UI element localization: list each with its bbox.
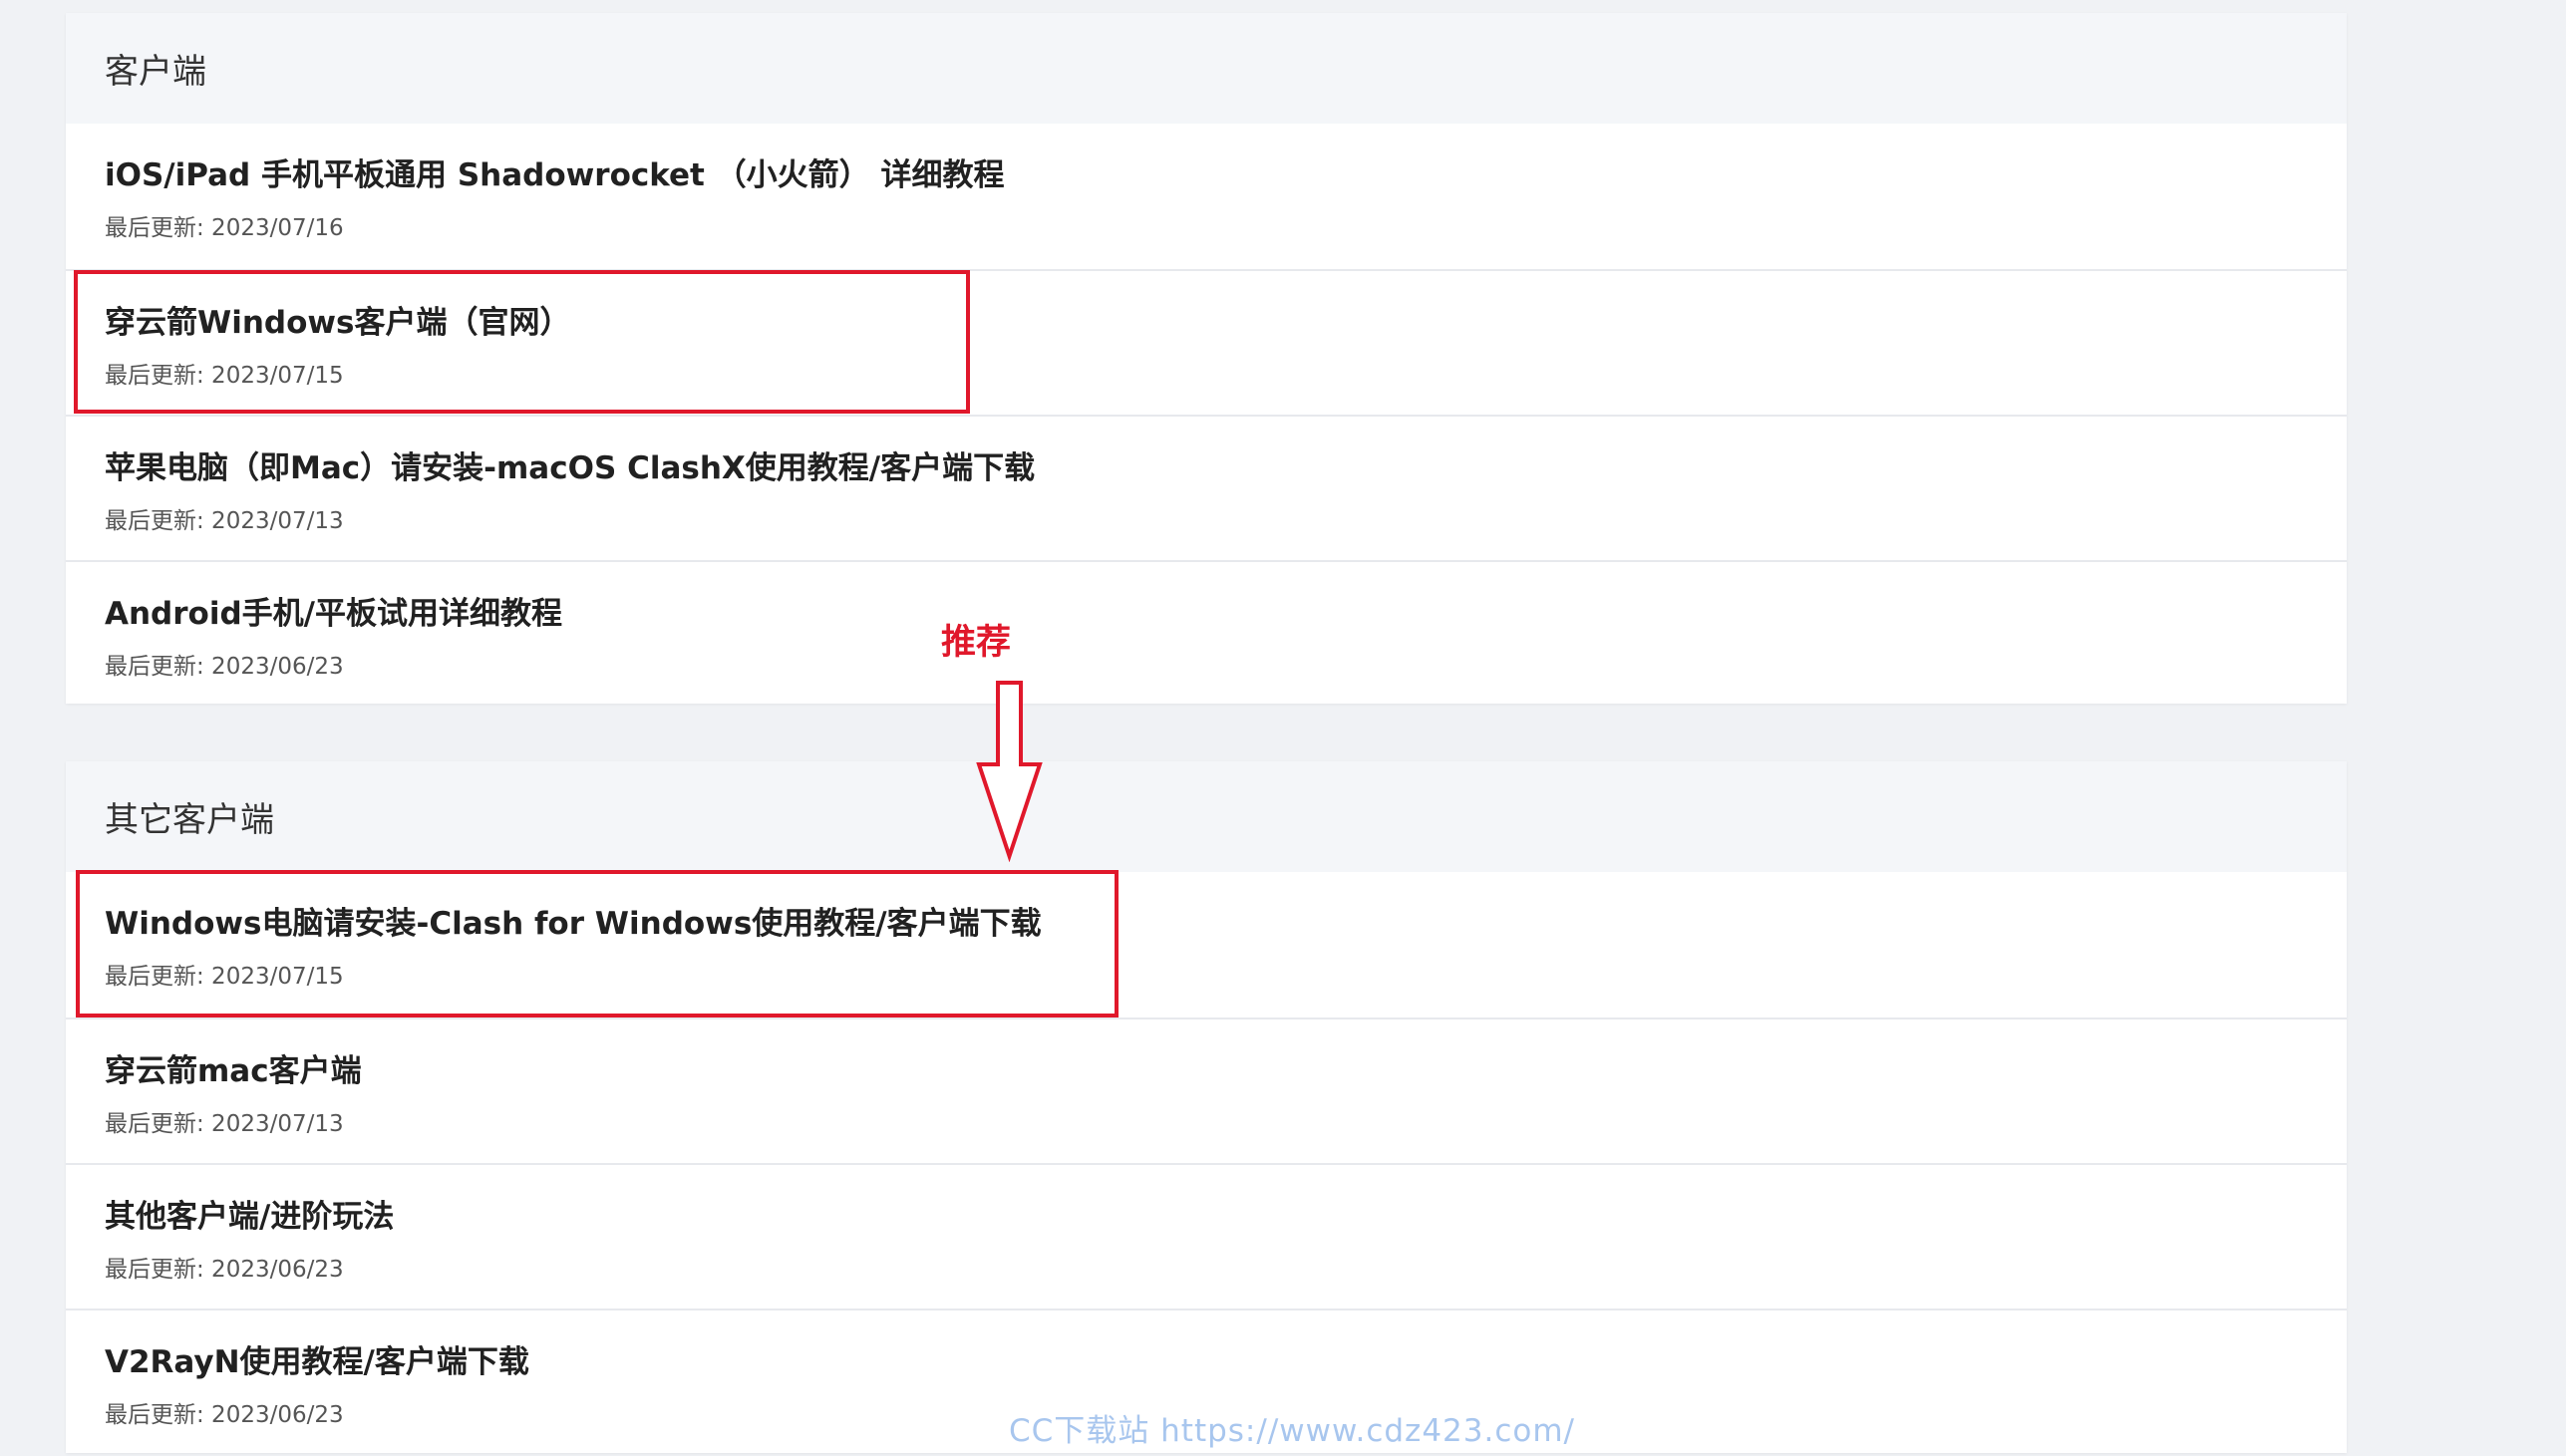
list-item-clash-for-windows[interactable]: Windows电脑请安装-Clash for Windows使用教程/客户端下载… (66, 872, 2347, 1018)
item-updated: 最后更新: 2023/07/15 (105, 363, 344, 389)
other-clients-section: 其它客户端 Windows电脑请安装-Clash for Windows使用教程… (66, 761, 2347, 1453)
item-updated: 最后更新: 2023/07/16 (105, 215, 344, 241)
item-updated: 最后更新: 2023/06/23 (105, 654, 344, 680)
item-title[interactable]: 穿云箭mac客户端 (105, 1045, 362, 1090)
list-item-windows-official[interactable]: 穿云箭Windows客户端（官网） 最后更新: 2023/07/15 (66, 269, 2347, 415)
item-title[interactable]: iOS/iPad 手机平板通用 Shadowrocket （小火箭） 详细教程 (105, 149, 1004, 194)
clients-section-header: 客户端 (66, 13, 2347, 124)
other-clients-section-header: 其它客户端 (66, 761, 2347, 872)
item-updated: 最后更新: 2023/07/13 (105, 1111, 344, 1137)
list-item-macos-clashx[interactable]: 苹果电脑（即Mac）请安装-macOS ClashX使用教程/客户端下载 最后更… (66, 415, 2347, 560)
item-title[interactable]: 苹果电脑（即Mac）请安装-macOS ClashX使用教程/客户端下载 (105, 442, 1035, 487)
list-item-other-clients[interactable]: 其他客户端/进阶玩法 最后更新: 2023/06/23 (66, 1163, 2347, 1309)
item-title[interactable]: Windows电脑请安装-Clash for Windows使用教程/客户端下载 (105, 898, 1042, 943)
other-clients-section-title: 其它客户端 (105, 800, 274, 840)
item-title[interactable]: 其他客户端/进阶玩法 (105, 1191, 394, 1236)
item-title[interactable]: 穿云箭Windows客户端（官网） (105, 297, 570, 342)
item-title[interactable]: V2RayN使用教程/客户端下载 (105, 1336, 529, 1381)
page: 客户端 iOS/iPad 手机平板通用 Shadowrocket （小火箭） 详… (0, 0, 2566, 1456)
down-arrow-icon (976, 681, 1043, 862)
item-title[interactable]: Android手机/平板试用详细教程 (105, 588, 562, 633)
recommend-label: 推荐 (941, 623, 1012, 663)
clients-section: 客户端 iOS/iPad 手机平板通用 Shadowrocket （小火箭） 详… (66, 13, 2347, 704)
list-item-android[interactable]: Android手机/平板试用详细教程 最后更新: 2023/06/23 (66, 560, 2347, 706)
item-updated: 最后更新: 2023/06/23 (105, 1257, 344, 1283)
list-item-mac-client[interactable]: 穿云箭mac客户端 最后更新: 2023/07/13 (66, 1018, 2347, 1163)
item-updated: 最后更新: 2023/07/13 (105, 508, 344, 534)
item-updated: 最后更新: 2023/06/23 (105, 1402, 344, 1428)
watermark: CC下载站 https://www.cdz423.com/ (1009, 1413, 1576, 1449)
list-item-shadowrocket[interactable]: iOS/iPad 手机平板通用 Shadowrocket （小火箭） 详细教程 … (66, 124, 2347, 269)
clients-section-title: 客户端 (105, 52, 206, 92)
item-updated: 最后更新: 2023/07/15 (105, 964, 344, 990)
